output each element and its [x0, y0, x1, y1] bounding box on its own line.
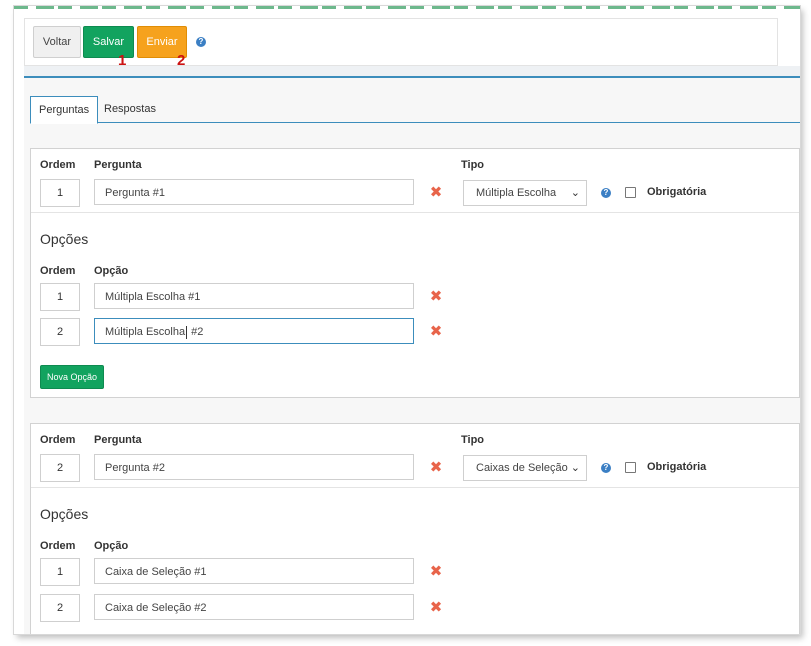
question-text-input[interactable]: Pergunta #2	[94, 454, 414, 480]
help-icon[interactable]: ?	[601, 188, 611, 198]
pergunta-label: Pergunta	[94, 434, 142, 446]
divider	[31, 212, 799, 213]
option-order-input[interactable]: 1	[40, 558, 80, 586]
opcoes-title: Opções	[40, 506, 89, 522]
option-order-input[interactable]: 1	[40, 283, 80, 311]
pergunta-label: Pergunta	[94, 159, 142, 171]
tab-perguntas[interactable]: Perguntas	[30, 96, 99, 124]
ordem-label: Ordem	[40, 159, 76, 171]
chevron-down-icon: ⌄	[570, 187, 580, 199]
content-area: Perguntas Respostas Ordem Pergunta Tipo …	[24, 76, 800, 634]
obrigatoria-label: Obrigatória	[647, 461, 707, 473]
option-text-before-caret: Múltipla Escolha	[105, 326, 186, 338]
nova-opcao-button[interactable]: Nova Opção	[40, 365, 105, 389]
toolbar: Voltar Salvar Enviar ?	[24, 18, 778, 66]
question-order-input[interactable]: 2	[40, 454, 80, 482]
ordem-label: Ordem	[40, 265, 76, 277]
ordem-label: Ordem	[40, 434, 76, 446]
option-text-input[interactable]: Caixa de Seleção #1	[94, 558, 414, 584]
tipo-select[interactable]: Caixas de Seleção ⌄	[463, 455, 587, 481]
option-text-input[interactable]: Múltipla Escolha #1	[94, 283, 414, 309]
tipo-select-value: Múltipla Escolha	[476, 187, 557, 199]
tipo-label: Tipo	[461, 159, 485, 171]
delete-question-icon[interactable]: ✖	[429, 460, 443, 475]
question-order-input[interactable]: 1	[40, 179, 80, 207]
question-card-1: Ordem Pergunta Tipo 1 Pergunta #1 ✖ Múlt…	[30, 148, 800, 398]
divider	[31, 487, 799, 488]
question-card-2: Ordem Pergunta Tipo 2 Pergunta #2 ✖ Caix…	[30, 423, 800, 634]
tab-bar: Perguntas Respostas	[30, 94, 800, 124]
help-icon[interactable]: ?	[601, 463, 611, 473]
opcao-label: Opção	[94, 265, 129, 277]
chevron-down-icon: ⌄	[570, 462, 580, 474]
option-text-input-focused[interactable]: Múltipla Escolha #2	[94, 318, 414, 344]
help-icon[interactable]: ?	[196, 37, 206, 47]
tab-respostas[interactable]: Respostas	[96, 96, 164, 122]
opcao-label: Opção	[94, 540, 129, 552]
text-caret	[186, 325, 188, 339]
obrigatoria-checkbox[interactable]	[625, 462, 636, 473]
delete-option-icon[interactable]: ✖	[429, 324, 443, 339]
page-frame: Voltar Salvar Enviar ? 1 2 Perguntas Res…	[14, 6, 800, 634]
delete-question-icon[interactable]: ✖	[429, 185, 443, 200]
option-text-input[interactable]: Caixa de Seleção #2	[94, 594, 414, 620]
top-accent	[14, 6, 800, 9]
question-text-input[interactable]: Pergunta #1	[94, 179, 414, 205]
ordem-label: Ordem	[40, 540, 76, 552]
opcoes-title: Opções	[40, 231, 89, 247]
tipo-label: Tipo	[461, 434, 485, 446]
option-order-input[interactable]: 2	[40, 594, 80, 622]
voltar-button[interactable]: Voltar	[33, 26, 81, 58]
option-order-input[interactable]: 2	[40, 318, 80, 346]
obrigatoria-checkbox[interactable]	[625, 187, 636, 198]
obrigatoria-label: Obrigatória	[647, 186, 707, 198]
delete-option-icon[interactable]: ✖	[429, 564, 443, 579]
separator-strip	[24, 66, 800, 76]
tipo-select[interactable]: Múltipla Escolha ⌄	[463, 180, 587, 206]
delete-option-icon[interactable]: ✖	[429, 600, 443, 615]
tipo-select-value: Caixas de Seleção	[476, 462, 568, 474]
option-text-after-caret: #2	[188, 326, 204, 338]
delete-option-icon[interactable]: ✖	[429, 289, 443, 304]
salvar-button[interactable]: Salvar	[83, 26, 134, 58]
